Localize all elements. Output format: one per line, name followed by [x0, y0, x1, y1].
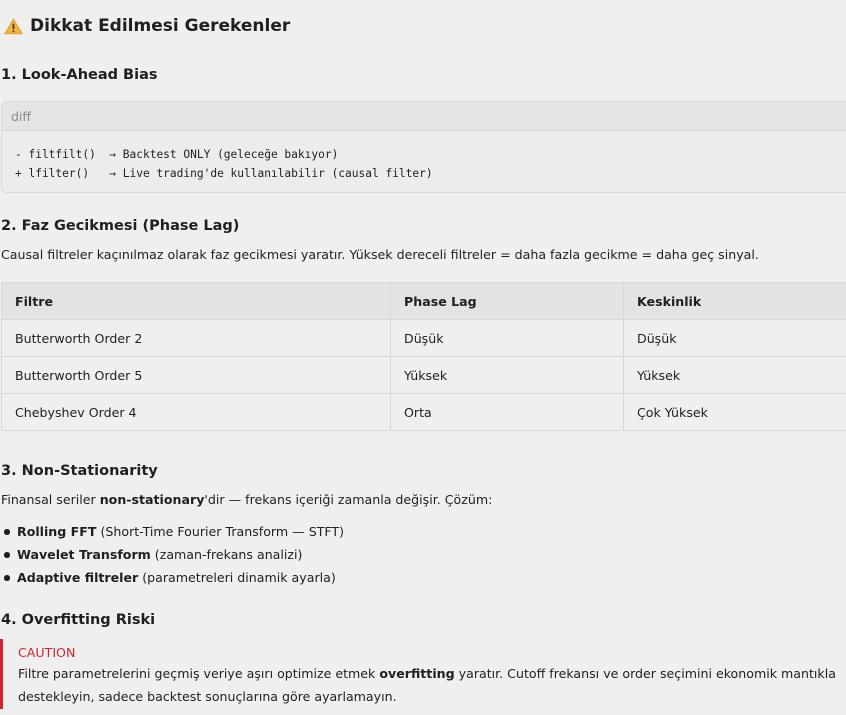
table-cell: Düşük — [623, 319, 846, 357]
bullet-dot — [4, 575, 10, 581]
table-cell: Yüksek — [390, 356, 624, 394]
table-cell: Butterworth Order 5 — [1, 356, 391, 394]
text-span: Finansal seriler — [1, 492, 100, 507]
code-content[interactable]: - filtfilt() → Backtest ONLY (geleceğe b… — [2, 131, 846, 183]
list-item: Wavelet Transform (zaman-frekans analizi… — [0, 543, 344, 566]
list-item: Adaptive filtreler (parametreleri dinami… — [0, 566, 344, 589]
text-span: (Short-Time Fourier Transform — STFT) — [96, 524, 345, 539]
table-cell: Yüksek — [623, 356, 846, 394]
table-header-cell: Keskinlik — [623, 282, 846, 320]
table-cell: Butterworth Order 2 — [1, 319, 391, 357]
table-cell: Düşük — [390, 319, 624, 357]
table-row: Butterworth Order 5 Yüksek Yüksek — [1, 356, 846, 394]
code-line: - filtfilt() → Backtest ONLY (geleceğe b… — [15, 148, 339, 161]
table-header-cell: Phase Lag — [390, 282, 624, 320]
solutions-list: Rolling FFT (Short-Time Fourier Transfor… — [0, 520, 344, 589]
phase-lag-table: Filtre Phase Lag Keskinlik Butterworth O… — [1, 282, 846, 431]
text-span: (parametreleri dinamik ayarla) — [138, 570, 336, 585]
code-block: diff - filtfilt() → Backtest ONLY (gelec… — [1, 101, 846, 193]
table-header-cell: Filtre — [1, 282, 391, 320]
caution-text: Filtre parametrelerini geçmiş veriye aşı… — [18, 662, 838, 708]
code-language-label: diff — [2, 102, 846, 131]
bullet-dot — [4, 552, 10, 558]
section2-title: 2. Faz Gecikmesi (Phase Lag) — [1, 218, 240, 234]
bold-term: non-stationary — [99, 492, 205, 507]
bold-term: overfitting — [379, 666, 455, 681]
section-heading: Dikkat Edilmesi Gerekenler — [4, 16, 290, 36]
bold-term: Wavelet Transform — [17, 547, 151, 562]
text-span: 'dir — frekans içeriği zamanla değişir. … — [204, 492, 493, 507]
text-span: Filtre parametrelerini geçmiş veriye aşı… — [18, 666, 380, 681]
section3-title: 3. Non-Stationarity — [1, 463, 158, 479]
bold-term: Adaptive filtreler — [17, 570, 139, 585]
table-cell: Çok Yüksek — [623, 393, 846, 431]
code-line: + lfilter() → Live trading'de kullanılab… — [15, 167, 433, 180]
bullet-dot — [4, 529, 10, 535]
table-header-row: Filtre Phase Lag Keskinlik — [1, 282, 846, 320]
list-item: Rolling FFT (Short-Time Fourier Transfor… — [0, 520, 344, 543]
caution-callout: CAUTION Filtre parametrelerini geçmiş ve… — [0, 639, 846, 709]
heading-text: Dikkat Edilmesi Gerekenler — [30, 16, 291, 36]
warning-icon — [4, 18, 23, 35]
section4-title: 4. Overfitting Riski — [1, 612, 156, 628]
table-row: Butterworth Order 2 Düşük Düşük — [1, 319, 846, 357]
table-cell: Chebyshev Order 4 — [1, 393, 391, 431]
table-cell: Orta — [390, 393, 624, 431]
text-span: (zaman-frekans analizi) — [150, 547, 303, 562]
section1-title: 1. Look-Ahead Bias — [1, 67, 158, 83]
section3-text: Finansal seriler non-stationary'dir — fr… — [1, 492, 492, 507]
table-row: Chebyshev Order 4 Orta Çok Yüksek — [1, 393, 846, 431]
caution-label: CAUTION — [18, 645, 76, 660]
section2-text: Causal filtreler kaçınılmaz olarak faz g… — [1, 247, 759, 262]
bold-term: Rolling FFT — [17, 524, 97, 539]
